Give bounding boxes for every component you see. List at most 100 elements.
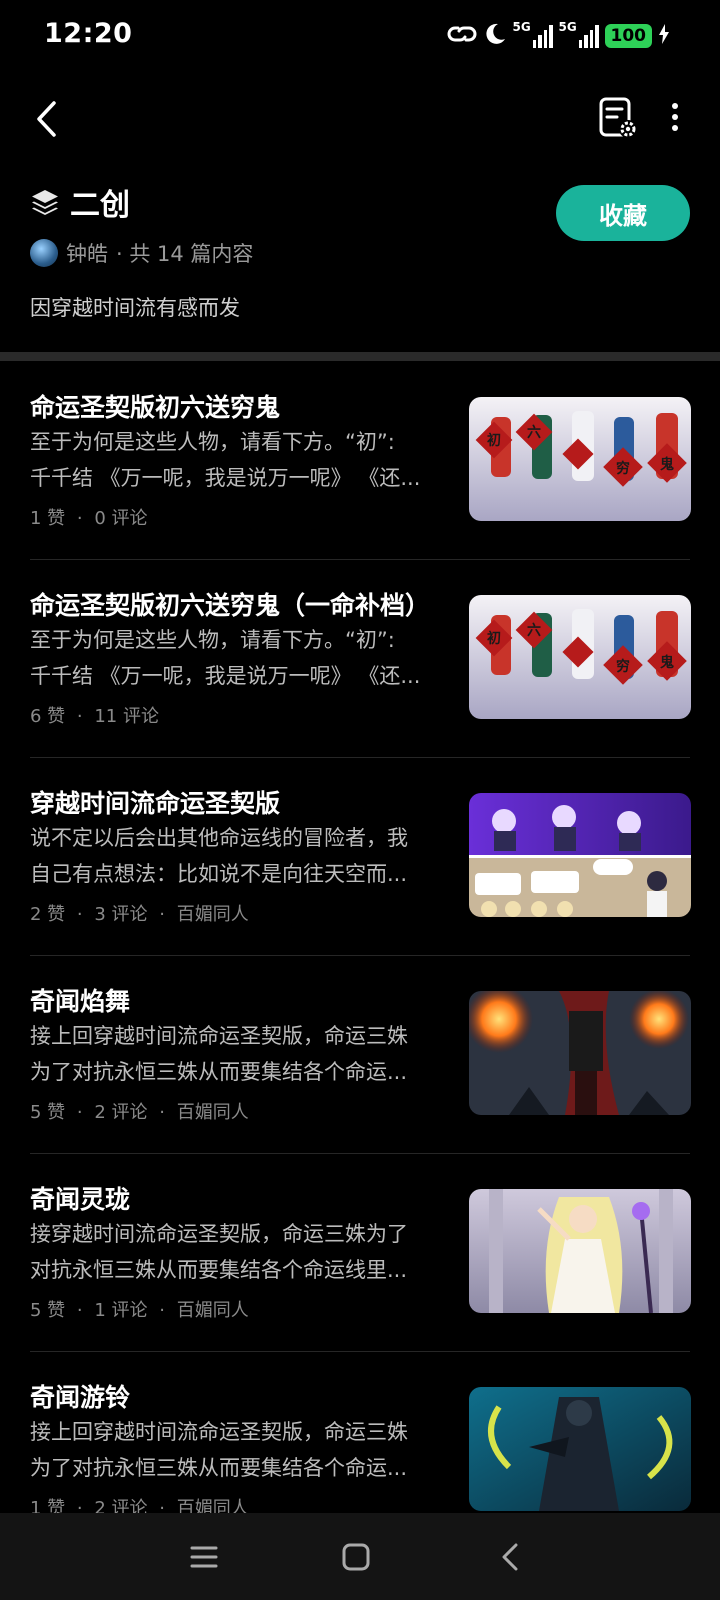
- home-button[interactable]: [332, 1533, 380, 1581]
- like-count: 6 赞: [30, 706, 66, 727]
- comment-count: 2 评论: [94, 1102, 148, 1123]
- favorite-button[interactable]: 收藏: [556, 185, 690, 241]
- svg-text:六: 六: [527, 424, 541, 441]
- author-row[interactable]: 钟皓 · 共 14 篇内容: [30, 238, 253, 268]
- svg-text:初: 初: [487, 630, 501, 647]
- svg-text:穷: 穷: [616, 658, 630, 675]
- post-title[interactable]: 命运圣契版初六送穷鬼（一命补档）: [30, 586, 430, 622]
- chevron-left-icon: [37, 101, 56, 137]
- list-item[interactable]: 命运圣契版初六送穷鬼 至于为何是这些人物，请看下方。“初”: 千千结 《万一呢，…: [0, 362, 720, 560]
- network-type-2: 5G: [558, 20, 577, 34]
- section-divider: [0, 352, 720, 361]
- post-excerpt: 接上回穿越时间流命运圣契版，命运三姝 为了对抗永恒三姝从而要集结各个命运...: [30, 1414, 440, 1486]
- post-title[interactable]: 命运圣契版初六送穷鬼: [30, 388, 280, 424]
- post-thumbnail[interactable]: 初 六穷 鬼: [469, 397, 691, 521]
- excerpt-line: 千千结 《万一呢，我是说万一呢》 《还...: [30, 664, 421, 688]
- excerpt-line: 接穿越时间流命运圣契版，命运三姝为了: [30, 1222, 408, 1246]
- post-meta: 5 赞 · 2 评论 · 百媚同人: [30, 1102, 249, 1123]
- post-title[interactable]: 穿越时间流命运圣契版: [30, 784, 280, 820]
- menu-button[interactable]: [180, 1533, 228, 1581]
- post-thumbnail[interactable]: [469, 1387, 691, 1511]
- post-thumbnail[interactable]: [469, 1189, 691, 1313]
- svg-text:穷: 穷: [616, 460, 630, 477]
- document-settings-icon: [599, 97, 637, 138]
- collection-header: 二创: [30, 180, 130, 224]
- excerpt-line: 对抗永恒三姝从而要集结各个命运线里...: [30, 1258, 408, 1282]
- author-name[interactable]: 钟皓: [66, 238, 108, 268]
- back-triangle-icon: [502, 1543, 518, 1571]
- avatar[interactable]: [30, 239, 58, 267]
- excerpt-line: 至于为何是这些人物，请看下方。“初”:: [30, 430, 395, 454]
- status-time: 12:20: [44, 18, 133, 49]
- excerpt-line: 说不定以后会出其他命运线的冒险者，我: [30, 826, 408, 850]
- excerpt-line: 千千结 《万一呢，我是说万一呢》 《还...: [30, 466, 421, 490]
- like-count: 5 赞: [30, 1300, 66, 1321]
- excerpt-line: 接上回穿越时间流命运圣契版，命运三姝: [30, 1024, 408, 1048]
- post-title[interactable]: 奇闻游铃: [30, 1378, 130, 1414]
- svg-text:鬼: 鬼: [660, 456, 674, 473]
- svg-text:六: 六: [527, 622, 541, 639]
- post-thumbnail[interactable]: [469, 793, 691, 917]
- excerpt-line: 接上回穿越时间流命运圣契版，命运三姝: [30, 1420, 408, 1444]
- list-item[interactable]: 奇闻焰舞 接上回穿越时间流命运圣契版，命运三姝 为了对抗永恒三姝从而要集结各个命…: [0, 956, 720, 1154]
- post-excerpt: 接上回穿越时间流命运圣契版，命运三姝 为了对抗永恒三姝从而要集结各个命运...: [30, 1018, 440, 1090]
- list-item[interactable]: 奇闻灵珑 接穿越时间流命运圣契版，命运三姝为了 对抗永恒三姝从而要集结各个命运线…: [0, 1154, 720, 1352]
- svg-text:鬼: 鬼: [660, 654, 674, 671]
- post-excerpt: 说不定以后会出其他命运线的冒险者，我 自己有点想法：比如说不是向往天空而...: [30, 820, 440, 892]
- like-count: 1 赞: [30, 508, 66, 529]
- signal-icon: 5G: [558, 20, 599, 50]
- system-navbar: [0, 1513, 720, 1600]
- thumbnail-fire-image: [469, 991, 691, 1115]
- back-button[interactable]: [26, 94, 66, 144]
- thumbnail-assassin-image: [469, 1387, 691, 1511]
- document-settings-button[interactable]: [596, 96, 640, 142]
- post-thumbnail[interactable]: [469, 991, 691, 1115]
- post-title[interactable]: 奇闻灵珑: [30, 1180, 130, 1216]
- thumbnail-characters-image: 初 六穷 鬼: [469, 595, 691, 719]
- link-icon: [447, 23, 477, 49]
- like-count: 2 赞: [30, 904, 66, 925]
- post-excerpt: 至于为何是这些人物，请看下方。“初”: 千千结 《万一呢，我是说万一呢》 《还.…: [30, 424, 440, 496]
- comment-count: 11 评论: [94, 706, 159, 727]
- thumbnail-characters-image: 初 六穷 鬼: [469, 397, 691, 521]
- list-item[interactable]: 命运圣契版初六送穷鬼（一命补档） 至于为何是这些人物，请看下方。“初”: 千千结…: [0, 560, 720, 758]
- layers-icon: [32, 190, 58, 215]
- comment-count: 1 评论: [94, 1300, 148, 1321]
- status-icons: 5G 5G 100: [447, 20, 671, 52]
- post-meta: 1 赞 · 0 评论: [30, 508, 148, 529]
- post-excerpt: 至于为何是这些人物，请看下方。“初”: 千千结 《万一呢，我是说万一呢》 《还.…: [30, 622, 440, 694]
- more-button[interactable]: [660, 96, 690, 142]
- moon-icon: [483, 22, 507, 50]
- battery-level: 100: [604, 24, 652, 48]
- comment-count: 0 评论: [94, 508, 148, 529]
- post-tag[interactable]: 百媚同人: [177, 1300, 249, 1321]
- thumbnail-comic-image: [469, 793, 691, 917]
- list-item[interactable]: 穿越时间流命运圣契版 说不定以后会出其他命运线的冒险者，我 自己有点想法：比如说…: [0, 758, 720, 956]
- menu-icon: [190, 1546, 218, 1568]
- post-count: · 共 14 篇内容: [116, 242, 254, 266]
- post-meta: 6 赞 · 11 评论: [30, 706, 159, 727]
- more-vertical-icon: [672, 103, 678, 131]
- collection-title: 二创: [70, 188, 130, 223]
- comment-count: 3 评论: [94, 904, 148, 925]
- svg-text:初: 初: [487, 432, 501, 449]
- collection-description: 因穿越时间流有感而发: [30, 296, 240, 320]
- home-square-icon: [342, 1543, 370, 1571]
- charging-icon: [658, 23, 670, 49]
- post-meta: 5 赞 · 1 评论 · 百媚同人: [30, 1300, 249, 1321]
- post-excerpt: 接穿越时间流命运圣契版，命运三姝为了 对抗永恒三姝从而要集结各个命运线里...: [30, 1216, 440, 1288]
- excerpt-line: 自己有点想法：比如说不是向往天空而...: [30, 862, 408, 886]
- post-tag[interactable]: 百媚同人: [177, 1102, 249, 1123]
- post-tag[interactable]: 百媚同人: [177, 904, 249, 925]
- excerpt-line: 为了对抗永恒三姝从而要集结各个命运...: [30, 1060, 408, 1084]
- excerpt-line: 为了对抗永恒三姝从而要集结各个命运...: [30, 1456, 408, 1480]
- post-title[interactable]: 奇闻焰舞: [30, 982, 130, 1018]
- nav-back-button[interactable]: [486, 1533, 534, 1581]
- post-thumbnail[interactable]: 初 六穷 鬼: [469, 595, 691, 719]
- thumbnail-priestess-image: [469, 1189, 691, 1313]
- post-meta: 2 赞 · 3 评论 · 百媚同人: [30, 904, 249, 925]
- like-count: 5 赞: [30, 1102, 66, 1123]
- signal-icon: 5G: [512, 20, 553, 50]
- excerpt-line: 至于为何是这些人物，请看下方。“初”:: [30, 628, 395, 652]
- network-type-1: 5G: [512, 20, 531, 34]
